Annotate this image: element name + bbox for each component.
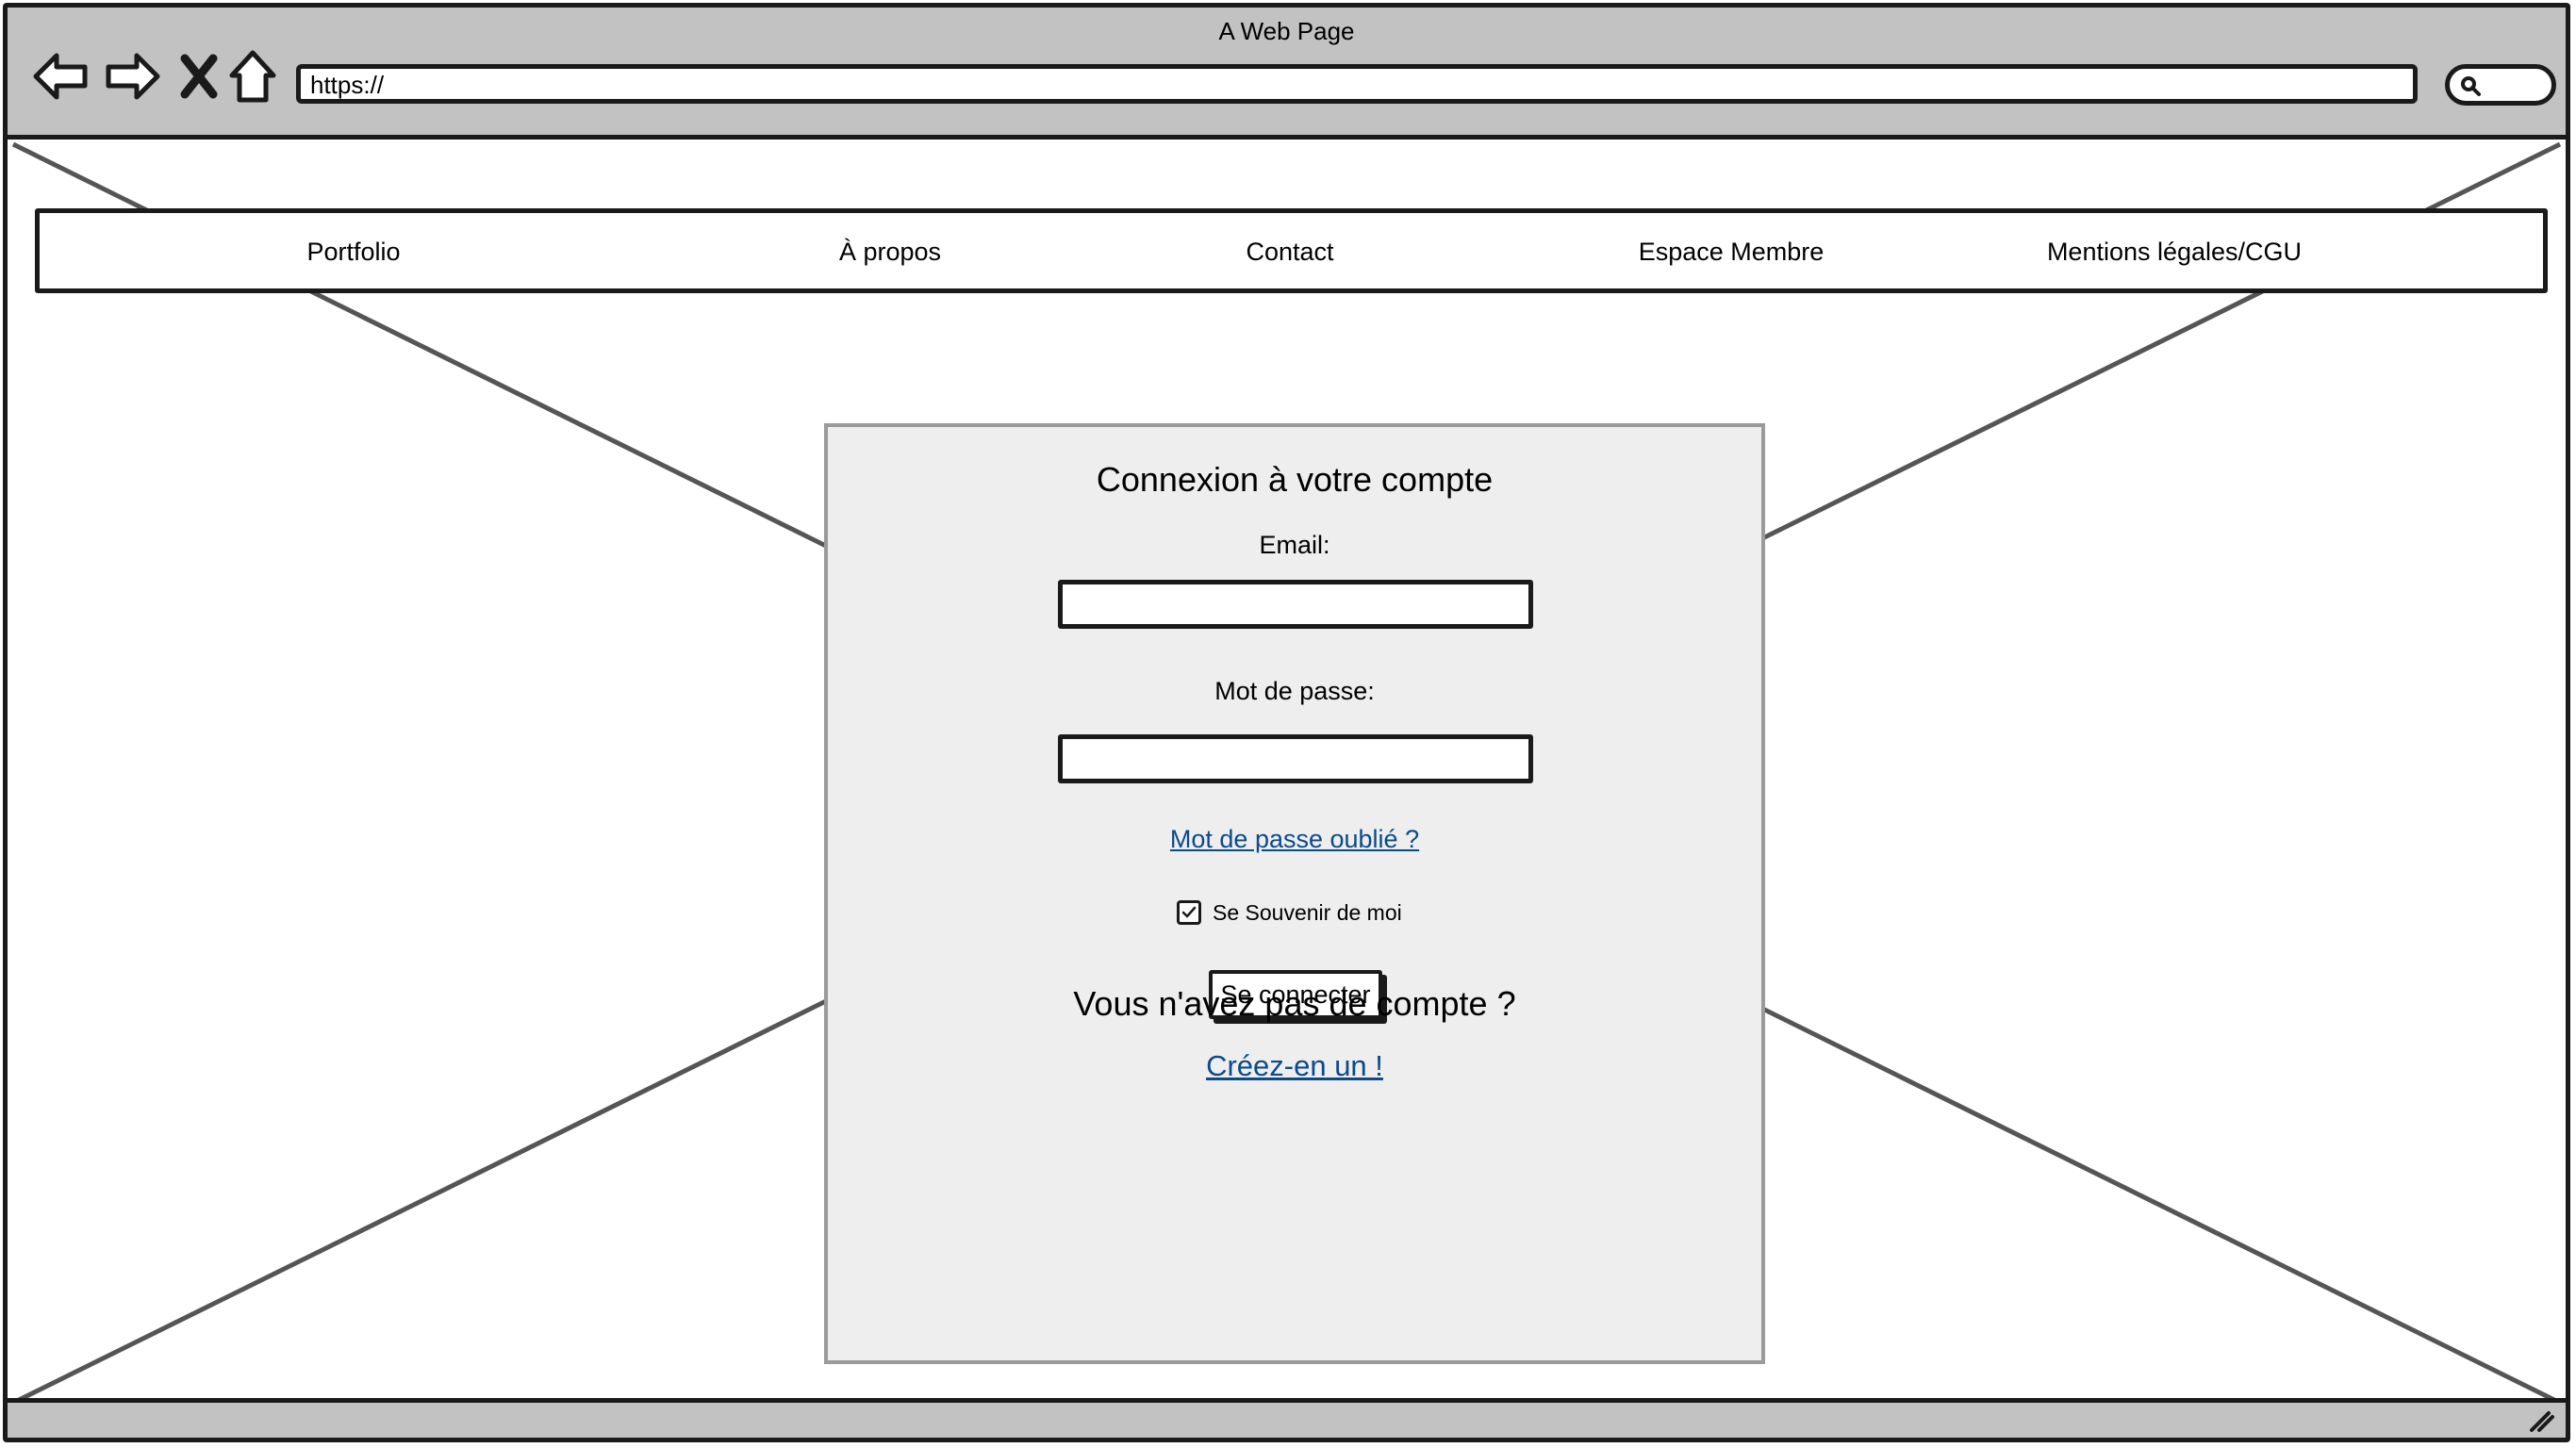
home-icon[interactable]	[226, 47, 279, 106]
create-account-link[interactable]: Créez-en un !	[1206, 1049, 1383, 1082]
nav-item-espace-membre[interactable]: Espace Membre	[1639, 238, 1825, 267]
window-title: A Web Page	[1218, 17, 1355, 45]
browser-toolbar: A Web Page https://	[8, 8, 2566, 140]
search-icon	[2461, 76, 2481, 96]
forward-arrow-icon[interactable]	[103, 47, 161, 106]
search-box[interactable]	[2445, 64, 2556, 106]
nav-item-contact[interactable]: Contact	[1246, 238, 1333, 267]
main-navbar: Portfolio À propos Contact Espace Membre…	[35, 208, 2548, 293]
login-panel: Connexion à votre compte Email: Mot de p…	[824, 423, 1765, 1364]
checkmark-icon	[1181, 906, 1197, 918]
forgot-password-link[interactable]: Mot de passe oublié ?	[1170, 825, 1419, 853]
password-field[interactable]	[1058, 734, 1533, 783]
nav-item-portfolio[interactable]: Portfolio	[306, 238, 400, 267]
status-bar	[8, 1398, 2566, 1438]
password-label: Mot de passe:	[1214, 677, 1375, 705]
email-label: Email:	[1259, 531, 1330, 559]
browser-window: A Web Page https:// Portfolio À propos C…	[3, 3, 2570, 1442]
resize-grip-icon[interactable]	[2526, 1407, 2556, 1434]
create-account-container: Créez-en un !	[828, 1049, 1761, 1083]
no-account-text: Vous n'avez pas de compte ?	[1073, 984, 1516, 1023]
remember-label: Se Souvenir de moi	[1213, 899, 1402, 925]
email-field[interactable]	[1058, 580, 1533, 629]
nav-item-a-propos[interactable]: À propos	[839, 238, 941, 267]
back-arrow-icon[interactable]	[32, 47, 91, 106]
forgot-password-container: Mot de passe oublié ?	[828, 825, 1761, 854]
remember-me[interactable]: Se Souvenir de moi	[1177, 898, 1402, 927]
login-title: Connexion à votre compte	[1096, 460, 1494, 499]
page-content: Portfolio À propos Contact Espace Membre…	[8, 140, 2566, 1407]
nav-item-mentions-legales[interactable]: Mentions légales/CGU	[2047, 238, 2302, 267]
close-icon[interactable]	[175, 47, 223, 106]
url-input[interactable]: https://	[296, 64, 2418, 104]
remember-checkbox[interactable]	[1177, 900, 1201, 925]
